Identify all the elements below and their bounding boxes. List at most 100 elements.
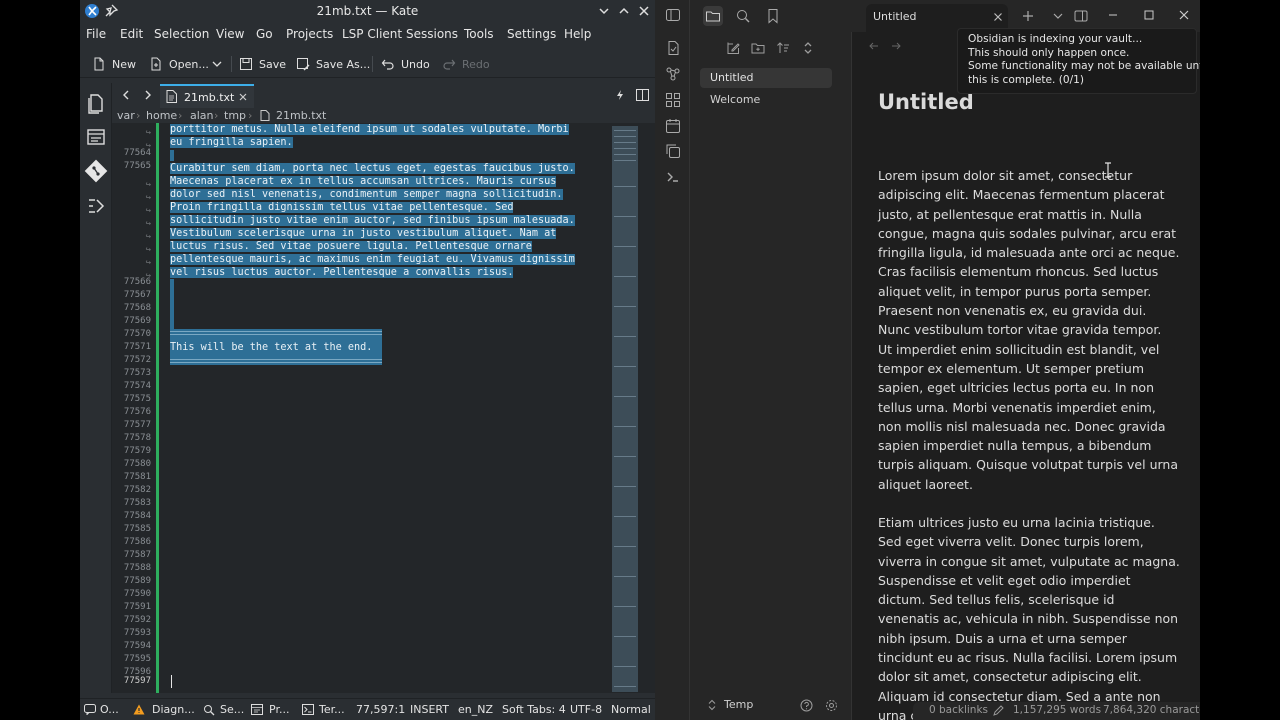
close-window-icon[interactable] — [1178, 9, 1190, 21]
selected-blank-lines — [170, 279, 174, 331]
note-paragraph[interactable]: Etiam ultrices justo eu urna lacinia tri… — [878, 513, 1180, 720]
menu-view[interactable]: View — [216, 27, 244, 41]
redo-label: Redo — [462, 57, 490, 71]
git-icon[interactable] — [84, 159, 108, 183]
line-number: 77589 — [123, 576, 151, 586]
new-folder-icon[interactable] — [751, 41, 765, 55]
note-text-line: Lorem ipsum dolor sit amet, consectetur — [878, 168, 1133, 183]
search-icon[interactable] — [735, 8, 751, 24]
canvas-icon[interactable] — [665, 92, 681, 108]
menu-tools[interactable]: Tools — [464, 27, 494, 41]
menu-go[interactable]: Go — [256, 27, 273, 41]
sort-order-icon[interactable] — [776, 41, 790, 55]
line-number: 77580 — [123, 459, 151, 469]
output-icon[interactable] — [84, 704, 96, 715]
code-text[interactable]: porttitor metus. Nulla eleifend ipsum ut… — [170, 123, 610, 693]
screen-margin-left — [0, 0, 80, 720]
bookmark-icon[interactable] — [765, 8, 781, 24]
menu-file[interactable]: File — [86, 27, 106, 41]
navigate-back-icon[interactable] — [868, 40, 880, 52]
open-recent-dropdown[interactable] — [210, 54, 224, 74]
minimap[interactable] — [612, 126, 638, 692]
tab-list-chevron-icon[interactable] — [1052, 10, 1064, 22]
breadcrumb-alan[interactable]: alan — [190, 109, 214, 122]
backlinks-count[interactable]: 0 backlinks — [929, 704, 988, 716]
chevron-up-icon[interactable] — [616, 3, 632, 19]
help-icon[interactable] — [800, 699, 813, 712]
navigate-forward-icon[interactable] — [890, 40, 902, 52]
menu-edit[interactable]: Edit — [120, 27, 143, 41]
projects-icon[interactable] — [84, 194, 108, 218]
terminal-tab[interactable]: Ter... — [319, 703, 345, 716]
menu-help[interactable]: Help — [564, 27, 591, 41]
line-number: 77571 — [123, 342, 151, 352]
close-icon[interactable] — [636, 3, 652, 19]
documents-icon[interactable] — [84, 91, 108, 115]
diagnostics-tab[interactable]: Diagn... — [152, 703, 195, 716]
output-tab[interactable]: O... — [100, 703, 119, 716]
right-sidebar-toggle-icon[interactable] — [1074, 9, 1088, 23]
new-note-icon[interactable] — [726, 41, 740, 55]
kate-window: 21mb.txt — Kate File Edit Selection View… — [80, 0, 655, 720]
chevron-down-icon[interactable] — [596, 3, 612, 19]
chevron-left-icon[interactable] — [119, 88, 133, 102]
line-number: 77569 — [123, 316, 151, 326]
daily-note-calendar-icon[interactable] — [665, 118, 681, 134]
search-tab[interactable]: Se... — [220, 703, 244, 716]
editor-area[interactable]: ↪ ↪ ↪ ↪ ↪ ↪ ↪ ↪ ↪ ↪ 77564 77565 77566 77… — [112, 123, 655, 693]
encoding[interactable]: UTF-8 — [570, 703, 602, 716]
new-label: New — [112, 57, 136, 71]
tab-21mb-txt[interactable]: 21mb.txt — [160, 84, 254, 108]
file-untitled[interactable]: Untitled — [700, 68, 832, 88]
new-button[interactable]: New — [92, 54, 136, 74]
templates-copy-icon[interactable] — [665, 143, 681, 159]
redo-button[interactable]: Redo — [442, 54, 490, 74]
open-quick-switcher-icon[interactable] — [665, 40, 681, 56]
breadcrumb-var[interactable]: var — [117, 109, 135, 122]
sidebar-toggle-icon[interactable] — [665, 7, 681, 23]
line-number: 77575 — [123, 394, 151, 404]
maximize-icon[interactable] — [1143, 9, 1155, 21]
indentation-settings[interactable]: Soft Tabs: 4 — [502, 703, 566, 716]
close-tab-icon[interactable] — [993, 12, 1003, 22]
menu-projects[interactable]: Projects — [286, 27, 333, 41]
file-explorer: Untitled Welcome Temp — [690, 32, 852, 720]
dictionary-language[interactable]: en_NZ — [458, 703, 493, 716]
filesystem-browser-icon[interactable] — [84, 125, 108, 149]
note-text-line: congue, magna quis sodales pulvinar, arc… — [878, 225, 1177, 241]
quick-open-icon[interactable] — [614, 89, 626, 101]
note-text-line: aliquet velit, in tempor purus porta sem… — [878, 283, 1152, 299]
indexing-notice[interactable]: Obsidian is indexing your vault... This … — [957, 28, 1200, 94]
undo-button[interactable]: Undo — [381, 54, 430, 74]
input-mode[interactable]: INSERT — [410, 703, 449, 716]
command-palette-icon[interactable] — [665, 169, 681, 185]
close-tab-icon[interactable] — [238, 92, 248, 102]
cursor-position[interactable]: 77,597:1 — [356, 703, 405, 716]
breadcrumb-file[interactable]: 21mb.txt — [276, 109, 326, 122]
note-paragraph[interactable]: Lorem ipsum dolor sit amet, consectetur a… — [878, 166, 1179, 494]
breadcrumb-home[interactable]: home — [146, 109, 177, 122]
settings-gear-icon[interactable] — [825, 699, 838, 712]
folder-icon[interactable] — [703, 6, 723, 26]
note-view: Untitled Lorem ipsum dolor sit amet, con… — [852, 32, 1200, 720]
collapse-all-icon[interactable] — [801, 41, 815, 55]
open-button[interactable]: Open... — [149, 54, 209, 74]
chevron-right-icon[interactable] — [141, 88, 155, 102]
projects-tab[interactable]: Pr... — [269, 703, 289, 716]
vault-switcher[interactable]: Temp — [690, 692, 852, 720]
menu-lsp-client[interactable]: LSP Client — [342, 27, 402, 41]
menu-settings[interactable]: Settings — [507, 27, 556, 41]
syntax-highlighting[interactable]: Normal — [611, 703, 651, 716]
save-button[interactable]: Save — [239, 54, 286, 74]
minimize-icon[interactable] — [1107, 9, 1119, 21]
split-view-icon[interactable] — [636, 89, 649, 101]
save-as-button[interactable]: Save As... — [296, 54, 370, 74]
pencil-edit-icon[interactable] — [993, 705, 1004, 716]
new-tab-icon[interactable] — [1021, 9, 1035, 23]
breadcrumb-tmp[interactable]: tmp — [224, 109, 246, 122]
code-line: pellentesque mauris, ac maximus enim feu… — [170, 254, 575, 265]
menu-sessions[interactable]: Sessions — [406, 27, 458, 41]
file-welcome[interactable]: Welcome — [700, 90, 832, 110]
graph-view-icon[interactable] — [665, 66, 681, 82]
menu-selection[interactable]: Selection — [154, 27, 209, 41]
